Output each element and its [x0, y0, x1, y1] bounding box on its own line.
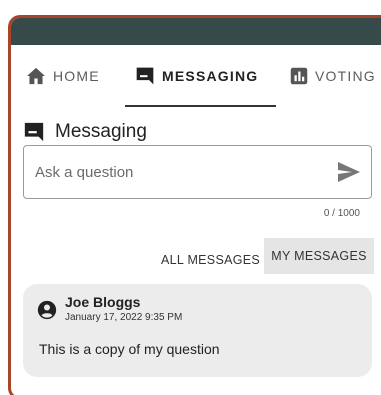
- message-icon: [24, 122, 44, 142]
- tab-home-label: HOME: [53, 68, 100, 84]
- send-button[interactable]: [337, 161, 361, 188]
- app-window: HOME MESSAGING VOTING Messaging Ask a qu…: [8, 15, 381, 395]
- tab-home[interactable]: HOME: [26, 45, 100, 107]
- send-icon: [338, 162, 360, 182]
- message-text: This is a copy of my question: [39, 341, 220, 357]
- page-title-text: Messaging: [55, 121, 147, 142]
- char-counter: 0 / 1000: [323, 208, 360, 219]
- nav-tabs: HOME MESSAGING VOTING: [11, 45, 381, 107]
- message-card: Joe Bloggs January 17, 2022 9:35 PM This…: [23, 284, 372, 377]
- poll-icon: [290, 67, 308, 85]
- filter-all-messages-button[interactable]: ALL MESSAGES: [151, 244, 270, 276]
- tab-messaging[interactable]: MESSAGING: [124, 45, 277, 107]
- ask-question-input[interactable]: [24, 163, 324, 181]
- message-icon: [136, 67, 154, 85]
- page-title: Messaging: [23, 121, 147, 143]
- filter-my-messages-button[interactable]: MY MESSAGES: [264, 238, 374, 274]
- tab-voting[interactable]: VOTING: [290, 45, 376, 107]
- account-circle-icon: [37, 300, 57, 320]
- top-bar: [11, 18, 381, 45]
- message-timestamp: January 17, 2022 9:35 PM: [65, 312, 183, 323]
- ask-question-field: [23, 145, 372, 199]
- tab-voting-label: VOTING: [315, 68, 376, 84]
- message-author: Joe Bloggs: [65, 294, 141, 310]
- tab-messaging-label: MESSAGING: [162, 68, 259, 84]
- home-icon: [27, 67, 45, 85]
